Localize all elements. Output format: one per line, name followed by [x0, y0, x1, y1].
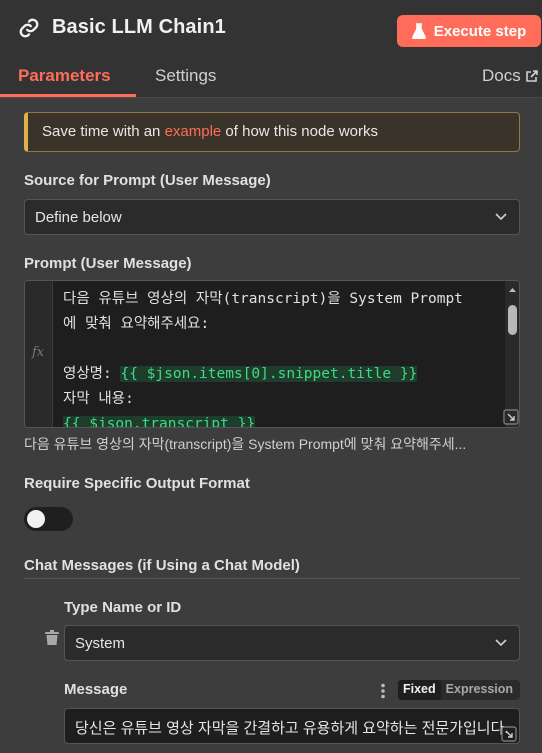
prompt-label: Prompt (User Message)	[24, 255, 192, 272]
editor-gutter: fx	[25, 281, 53, 427]
title-wrap: Basic LLM Chain1	[18, 16, 226, 39]
execute-step-label: Execute step	[433, 22, 527, 40]
expression-token: {{ $json.transcript }}	[63, 416, 256, 427]
mode-expression[interactable]: Expression	[441, 680, 518, 700]
message-value: 당신은 유튜브 영상 자막을 간결하고 유용하게 요약하는 전문가입니다.	[75, 720, 509, 737]
source-prompt-label: Source for Prompt (User Message)	[24, 172, 271, 189]
example-link[interactable]: example	[165, 123, 222, 140]
chevron-down-icon	[495, 213, 507, 221]
chevron-down-icon	[495, 639, 507, 647]
code-line: 자막 내용:	[63, 391, 134, 407]
chat-messages-label: Chat Messages (if Using a Chat Model)	[24, 557, 300, 574]
execute-step-button[interactable]: Execute step	[397, 15, 541, 47]
code-line: 에 맞춰 요약해주세요:	[63, 316, 210, 332]
node-header: Basic LLM Chain1 Execute step	[0, 0, 542, 60]
source-prompt-select[interactable]: Define below	[24, 199, 520, 235]
tab-docs[interactable]: Docs	[482, 66, 538, 86]
resize-icon[interactable]	[503, 409, 519, 425]
mode-fixed[interactable]: Fixed	[398, 680, 441, 700]
hint-suffix: of how this node works	[221, 123, 379, 140]
scroll-up-icon[interactable]	[505, 283, 520, 297]
tab-bar: Parameters Settings Docs	[0, 60, 542, 98]
output-format-toggle[interactable]	[24, 507, 73, 531]
resize-icon[interactable]	[501, 726, 517, 742]
node-title[interactable]: Basic LLM Chain1	[52, 16, 226, 39]
type-name-label: Type Name or ID	[64, 599, 182, 616]
tab-parameters[interactable]: Parameters	[18, 66, 111, 86]
active-tab-indicator	[0, 94, 136, 97]
scroll-thumb[interactable]	[508, 305, 517, 335]
fx-icon: fx	[32, 345, 45, 360]
fixed-expression-switch: Fixed Expression	[398, 680, 520, 700]
message-type-value: System	[75, 634, 126, 652]
message-input[interactable]: 당신은 유튜브 영상 자막을 간결하고 유용하게 요약하는 전문가입니다.	[64, 708, 520, 744]
message-label: Message	[64, 681, 128, 698]
hint-prefix: Save time with an	[42, 123, 165, 140]
docs-label: Docs	[482, 66, 521, 85]
trash-icon[interactable]	[45, 630, 59, 645]
code-line: {{ $json.transcript }}	[63, 412, 503, 427]
prompt-preview: 다음 유튜브 영상의 자막(transcript)을 System Prompt…	[24, 436, 467, 452]
code-line: 영상명: {{ $json.items[0].snippet.title }}	[63, 362, 503, 387]
expression-token: {{ $json.items[0].snippet.title }}	[120, 366, 418, 382]
message-type-select[interactable]: System	[64, 625, 520, 661]
example-hint-banner: Save time with an example of how this no…	[24, 112, 520, 152]
external-link-icon	[525, 69, 538, 82]
flask-icon	[411, 23, 426, 39]
tab-settings[interactable]: Settings	[155, 66, 216, 86]
prompt-editor[interactable]: fx 다음 유튜브 영상의 자막(transcript)을 System Pro…	[24, 280, 520, 428]
prompt-code[interactable]: 다음 유튜브 영상의 자막(transcript)을 System Prompt…	[63, 287, 503, 427]
output-format-label: Require Specific Output Format	[24, 475, 250, 492]
section-divider	[24, 578, 520, 579]
code-text: 영상명:	[63, 366, 121, 382]
link-icon	[19, 18, 39, 37]
code-line: 다음 유튜브 영상의 자막(transcript)을 System Prompt	[63, 291, 463, 307]
source-prompt-value: Define below	[35, 208, 122, 226]
more-vertical-icon[interactable]	[380, 683, 386, 699]
toggle-knob	[27, 510, 45, 528]
editor-scrollbar[interactable]	[505, 281, 520, 427]
